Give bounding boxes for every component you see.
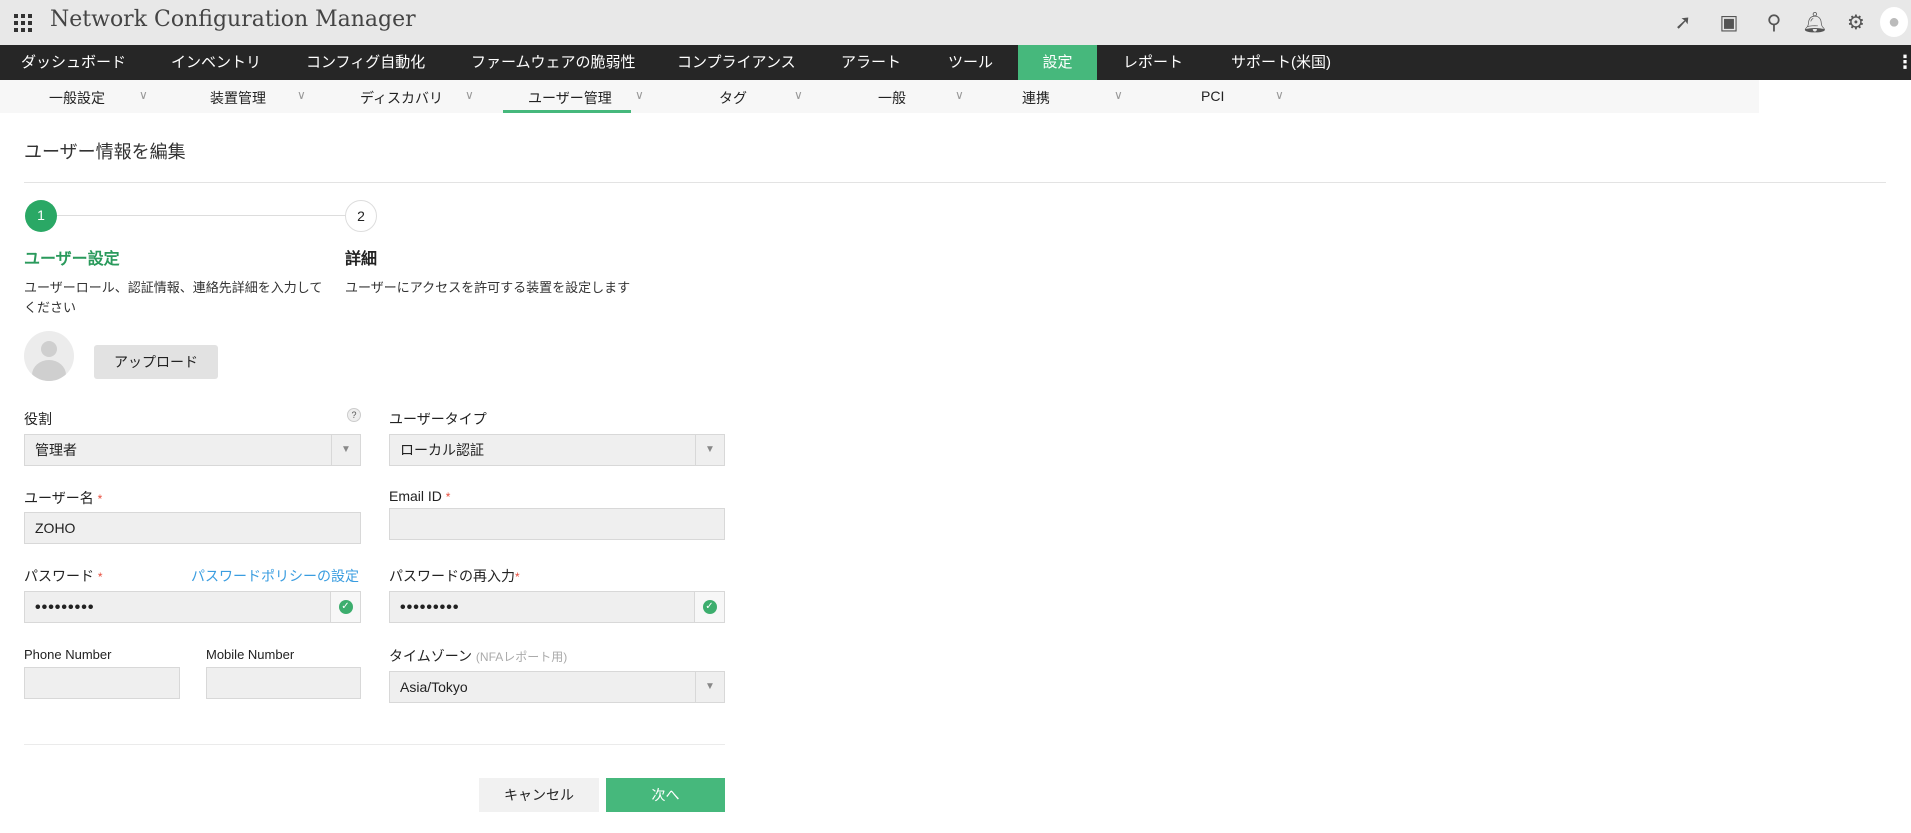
next-button[interactable]: 次へ bbox=[606, 778, 725, 812]
password-label: パスワード * bbox=[24, 566, 103, 586]
step-2-desc: ユーザーにアクセスを許可する装置を設定します bbox=[345, 280, 631, 295]
required-marker: * bbox=[97, 492, 103, 506]
username-input[interactable]: ZOHO bbox=[24, 512, 361, 544]
dropdown-caret-icon[interactable]: ▼ bbox=[695, 435, 724, 465]
password-input[interactable]: ••••••••• ✓ bbox=[24, 591, 361, 623]
valid-check-icon: ✓ bbox=[330, 592, 360, 622]
chevron-down-icon[interactable]: ∨ bbox=[297, 88, 306, 102]
dropdown-caret-icon[interactable]: ▼ bbox=[695, 672, 724, 702]
divider bbox=[24, 182, 1886, 183]
dropdown-caret-icon[interactable]: ▼ bbox=[331, 435, 360, 465]
email-label: Email ID * bbox=[389, 488, 450, 504]
password-confirm-label-text: パスワードの再入力 bbox=[389, 568, 515, 584]
timezone-select[interactable]: Asia/Tokyo ▼ bbox=[389, 671, 725, 703]
role-select[interactable]: 管理者 ▼ bbox=[24, 434, 361, 466]
rocket-icon[interactable]: ➚ bbox=[1670, 10, 1696, 35]
user-type-label: ユーザータイプ bbox=[389, 411, 487, 427]
role-label: 役割 bbox=[24, 411, 52, 427]
step-1-desc: ユーザーロール、認証情報、連絡先詳細を入力して bbox=[24, 280, 323, 295]
timezone-label: タイムゾーン (NFAレポート用) bbox=[389, 646, 567, 666]
required-marker: * bbox=[515, 570, 520, 584]
password-label-text: パスワード bbox=[24, 568, 94, 584]
password-confirm-label: パスワードの再入力* bbox=[389, 566, 520, 586]
avatar-body-icon bbox=[32, 360, 66, 381]
app-grid-icon[interactable] bbox=[14, 14, 32, 32]
step-1-circle: 1 bbox=[25, 200, 57, 232]
more-menu-icon[interactable]: ⋮ bbox=[1896, 45, 1911, 80]
step-2-title: 詳細 bbox=[345, 251, 378, 268]
presentation-icon[interactable]: ▣ bbox=[1716, 10, 1742, 35]
chevron-down-icon[interactable]: ∨ bbox=[794, 88, 803, 102]
required-marker: * bbox=[445, 490, 451, 504]
step-2-circle: 2 bbox=[345, 200, 377, 232]
subnav-tags[interactable]: タグ bbox=[719, 88, 747, 108]
password-policy-link[interactable]: パスワードポリシーの設定 bbox=[191, 566, 359, 586]
mobile-label: Mobile Number bbox=[206, 647, 295, 662]
sub-nav: 一般設定 ∨ 装置管理 ∨ ディスカバリ ∨ ユーザー管理 ∨ タグ ∨ 一般 ∨ 連携 ∨ … bbox=[0, 80, 1759, 113]
nav-tools[interactable]: ツール bbox=[948, 45, 993, 80]
email-label-text: Email ID bbox=[389, 488, 442, 504]
subnav-general[interactable]: 一般 bbox=[878, 88, 906, 108]
timezone-label-text: タイムゾーン bbox=[389, 648, 473, 664]
cancel-button[interactable]: キャンセル bbox=[479, 778, 599, 812]
search-icon[interactable]: ⚲ bbox=[1761, 10, 1787, 35]
help-icon[interactable]: ? bbox=[347, 408, 361, 422]
subnav-pci[interactable]: PCI bbox=[1201, 88, 1224, 104]
chevron-down-icon[interactable]: ∨ bbox=[1275, 88, 1284, 102]
page-title: ユーザー情報を編集 bbox=[24, 142, 186, 162]
subnav-general-settings[interactable]: 一般設定 bbox=[49, 88, 105, 108]
nav-compliance[interactable]: コンプライアンス bbox=[677, 45, 796, 80]
password-value: ••••••••• bbox=[35, 599, 95, 616]
role-value: 管理者 bbox=[35, 442, 77, 458]
user-type-value: ローカル認証 bbox=[400, 442, 484, 458]
phone-label: Phone Number bbox=[24, 647, 112, 662]
username-label-text: ユーザー名 bbox=[24, 490, 94, 506]
timezone-value: Asia/Tokyo bbox=[400, 679, 468, 695]
bell-icon[interactable]: 🔔︎ bbox=[1802, 10, 1828, 35]
main-nav: ダッシュボード インベントリ コンフィグ自動化 ファームウェアの脆弱性 コンプラ… bbox=[0, 45, 1911, 80]
user-avatar-icon[interactable]: ● bbox=[1880, 7, 1908, 37]
password-confirm-input[interactable]: ••••••••• ✓ bbox=[389, 591, 725, 623]
avatar-head-icon bbox=[41, 341, 57, 357]
chevron-down-icon[interactable]: ∨ bbox=[635, 88, 644, 102]
subnav-integration[interactable]: 連携 bbox=[1022, 88, 1050, 108]
phone-input[interactable] bbox=[24, 667, 180, 699]
nav-alerts[interactable]: アラート bbox=[841, 45, 901, 80]
subnav-device-management[interactable]: 装置管理 bbox=[210, 88, 266, 108]
nav-inventory[interactable]: インベントリ bbox=[171, 45, 261, 80]
nav-config-automation[interactable]: コンフィグ自動化 bbox=[306, 45, 425, 80]
step-1-desc-2: ください bbox=[24, 300, 77, 315]
app-title: Network Configuration Manager bbox=[50, 7, 416, 32]
chevron-down-icon[interactable]: ∨ bbox=[955, 88, 964, 102]
step-1-title: ユーザー設定 bbox=[24, 251, 120, 268]
active-tab-indicator bbox=[503, 110, 631, 113]
chevron-down-icon[interactable]: ∨ bbox=[139, 88, 148, 102]
nav-firmware[interactable]: ファームウェアの脆弱性 bbox=[471, 45, 636, 80]
email-input[interactable] bbox=[389, 508, 725, 540]
gear-icon[interactable]: ⚙ bbox=[1843, 10, 1869, 35]
required-marker: * bbox=[97, 570, 103, 584]
mobile-input[interactable] bbox=[206, 667, 361, 699]
chevron-down-icon[interactable]: ∨ bbox=[1114, 88, 1123, 102]
upload-button[interactable]: アップロード bbox=[94, 345, 218, 379]
subnav-discovery[interactable]: ディスカバリ bbox=[360, 88, 443, 108]
user-type-select[interactable]: ローカル認証 ▼ bbox=[389, 434, 725, 466]
chevron-down-icon[interactable]: ∨ bbox=[465, 88, 474, 102]
password-confirm-value: ••••••••• bbox=[400, 599, 460, 616]
subnav-user-management[interactable]: ユーザー管理 bbox=[528, 88, 612, 108]
valid-check-icon: ✓ bbox=[694, 592, 724, 622]
nav-reports[interactable]: レポート bbox=[1123, 45, 1183, 80]
nav-support[interactable]: サポート(米国) bbox=[1231, 45, 1331, 80]
profile-avatar bbox=[24, 331, 74, 381]
username-label: ユーザー名 * bbox=[24, 488, 102, 508]
nav-dashboard[interactable]: ダッシュボード bbox=[21, 45, 126, 80]
stepper-line bbox=[57, 215, 347, 216]
nav-settings[interactable]: 設定 bbox=[1018, 45, 1097, 80]
form-divider bbox=[24, 744, 725, 745]
timezone-note: (NFAレポート用) bbox=[475, 650, 568, 664]
